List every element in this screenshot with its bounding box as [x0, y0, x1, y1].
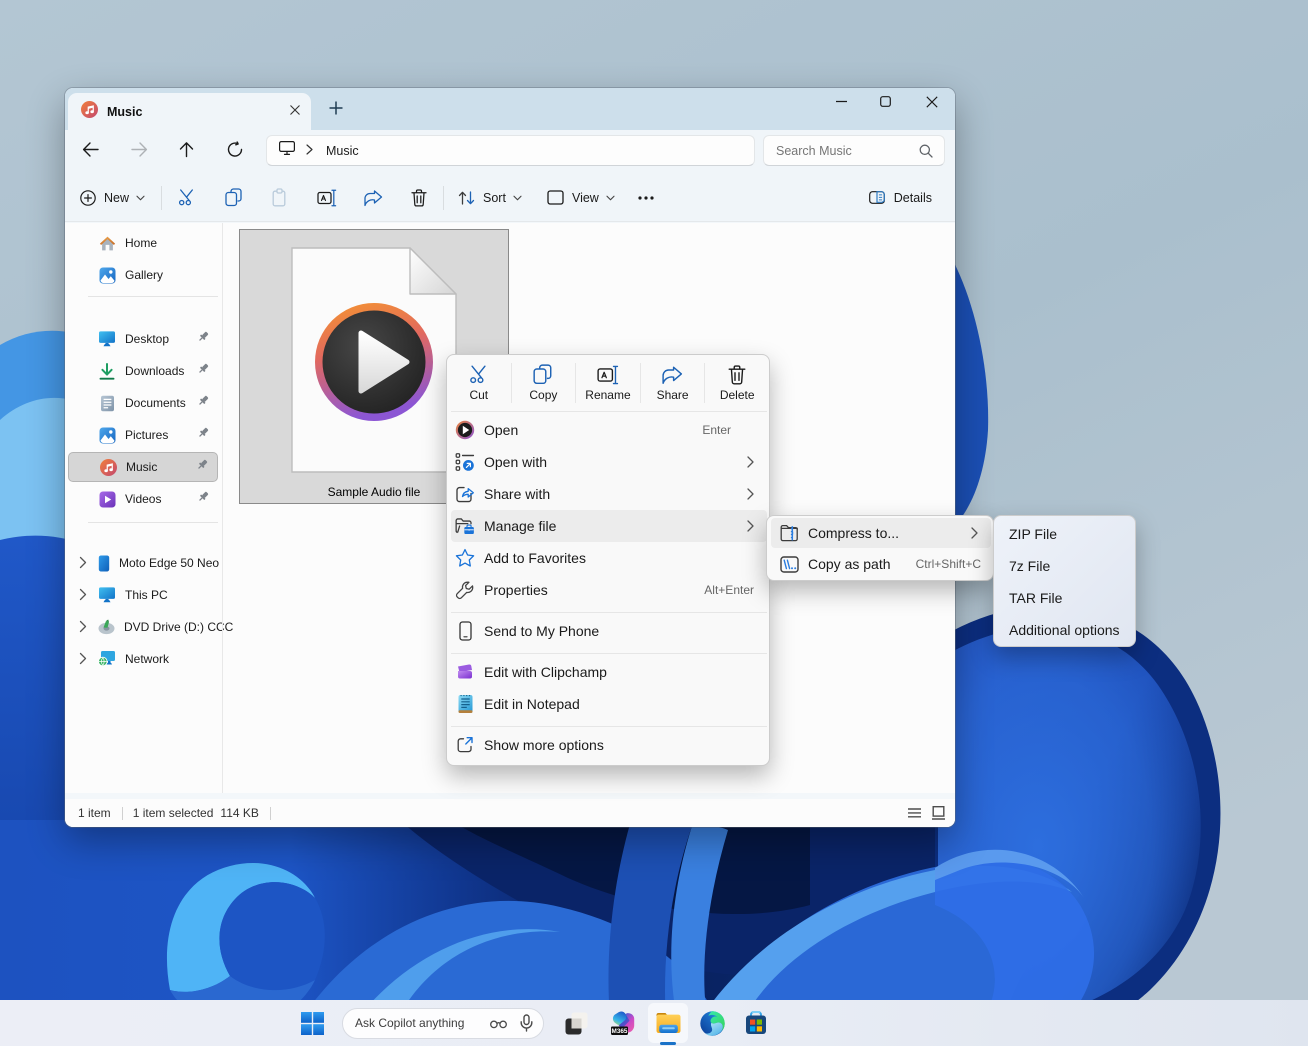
svg-text:M365: M365 — [612, 1028, 628, 1035]
